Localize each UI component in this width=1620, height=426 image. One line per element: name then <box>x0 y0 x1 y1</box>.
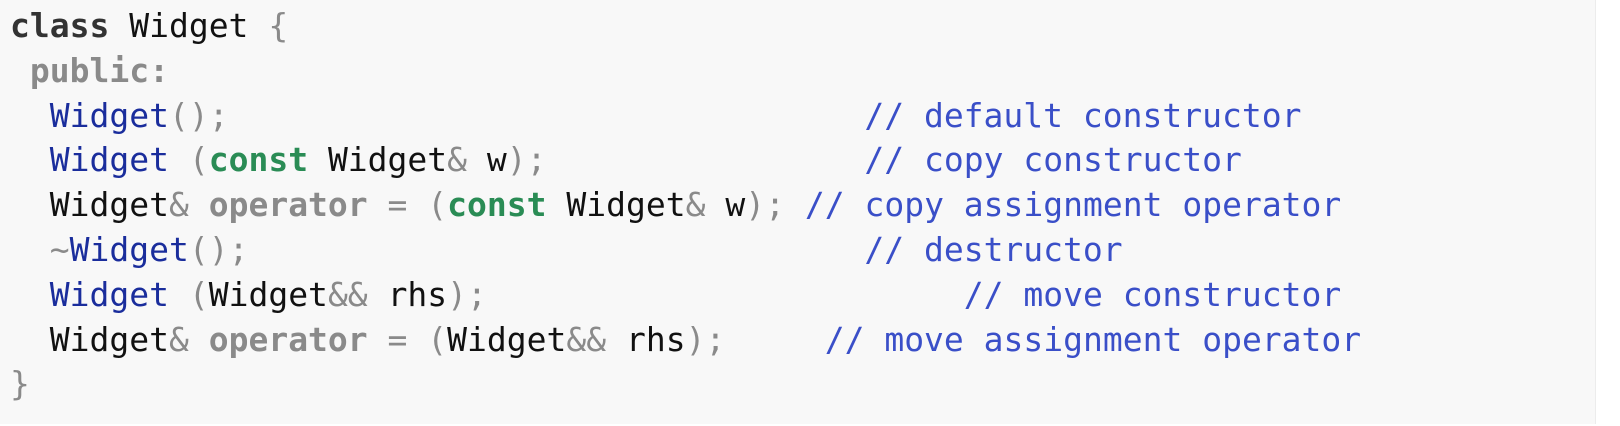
punctuation: (); <box>188 229 249 269</box>
type-name: Widget <box>566 185 686 225</box>
reference-symbol: & <box>685 185 706 225</box>
comment: // move assignment operator <box>824 319 1362 359</box>
parameter-name: rhs <box>387 274 448 314</box>
punctuation: ); <box>447 274 487 314</box>
code-line-access: public: <box>10 49 1361 94</box>
page-margin <box>1596 0 1620 426</box>
code-line-move-ctor: Widget (Widget&& rhs); // move construct… <box>10 273 1361 318</box>
comment: // move constructor <box>963 274 1342 314</box>
comment: // copy assignment operator <box>804 185 1342 225</box>
comment: // copy constructor <box>864 140 1242 180</box>
keyword-const: const <box>447 185 547 225</box>
function-name: Widget <box>49 274 169 314</box>
keyword-operator: operator <box>208 319 368 359</box>
type-name: Widget <box>327 140 448 180</box>
function-name: Widget <box>69 229 189 269</box>
punctuation: ); <box>506 140 547 180</box>
code-line-destructor: ~Widget(); // destructor <box>10 228 1361 273</box>
type-name: Widget <box>447 319 567 359</box>
function-name: Widget <box>49 140 169 180</box>
code-line-default-ctor: Widget(); // default constructor <box>10 94 1361 139</box>
function-name: Widget <box>49 95 169 135</box>
punctuation: ( <box>427 185 448 225</box>
type-name: Widget <box>49 185 169 225</box>
keyword-const: const <box>208 140 309 180</box>
reference-symbol: & <box>447 140 468 180</box>
comment: // destructor <box>864 229 1123 269</box>
punctuation: (); <box>168 95 229 135</box>
punctuation: ); <box>685 319 726 359</box>
punctuation: ( <box>188 140 209 180</box>
equals-symbol: = <box>387 319 408 359</box>
rvalue-reference-symbol: && <box>566 319 607 359</box>
type-name: Widget <box>49 319 169 359</box>
tilde-symbol: ~ <box>49 229 70 269</box>
code-line-move-assign: Widget& operator = (Widget&& rhs); // mo… <box>10 318 1361 363</box>
code-line-close: } <box>10 362 1361 407</box>
code-line-copy-ctor: Widget (const Widget& w); // copy constr… <box>10 138 1361 183</box>
parameter-name: rhs <box>626 319 686 359</box>
keyword-operator: operator <box>208 185 368 225</box>
open-brace: { <box>268 6 289 45</box>
comment: // default constructor <box>864 95 1302 135</box>
reference-symbol: & <box>168 319 189 359</box>
class-name: Widget <box>129 6 249 45</box>
punctuation: ); <box>745 185 785 225</box>
parameter-name: w <box>486 140 507 180</box>
parameter-name: w <box>725 185 746 225</box>
code-listing: class Widget { public: Widget(); // defa… <box>10 4 1361 407</box>
code-block: class Widget { public: Widget(); // defa… <box>0 0 1596 424</box>
equals-symbol: = <box>387 185 408 225</box>
punctuation: ( <box>188 274 209 314</box>
keyword-class: class <box>10 6 110 45</box>
punctuation: ( <box>427 319 448 359</box>
code-line-class-decl: class Widget { <box>10 4 1361 49</box>
reference-symbol: & <box>168 185 189 225</box>
rvalue-reference-symbol: && <box>327 274 368 314</box>
code-line-copy-assign: Widget& operator = (const Widget& w); //… <box>10 183 1361 228</box>
type-name: Widget <box>208 274 328 314</box>
close-brace: } <box>10 364 30 404</box>
access-specifier: public: <box>29 50 169 90</box>
